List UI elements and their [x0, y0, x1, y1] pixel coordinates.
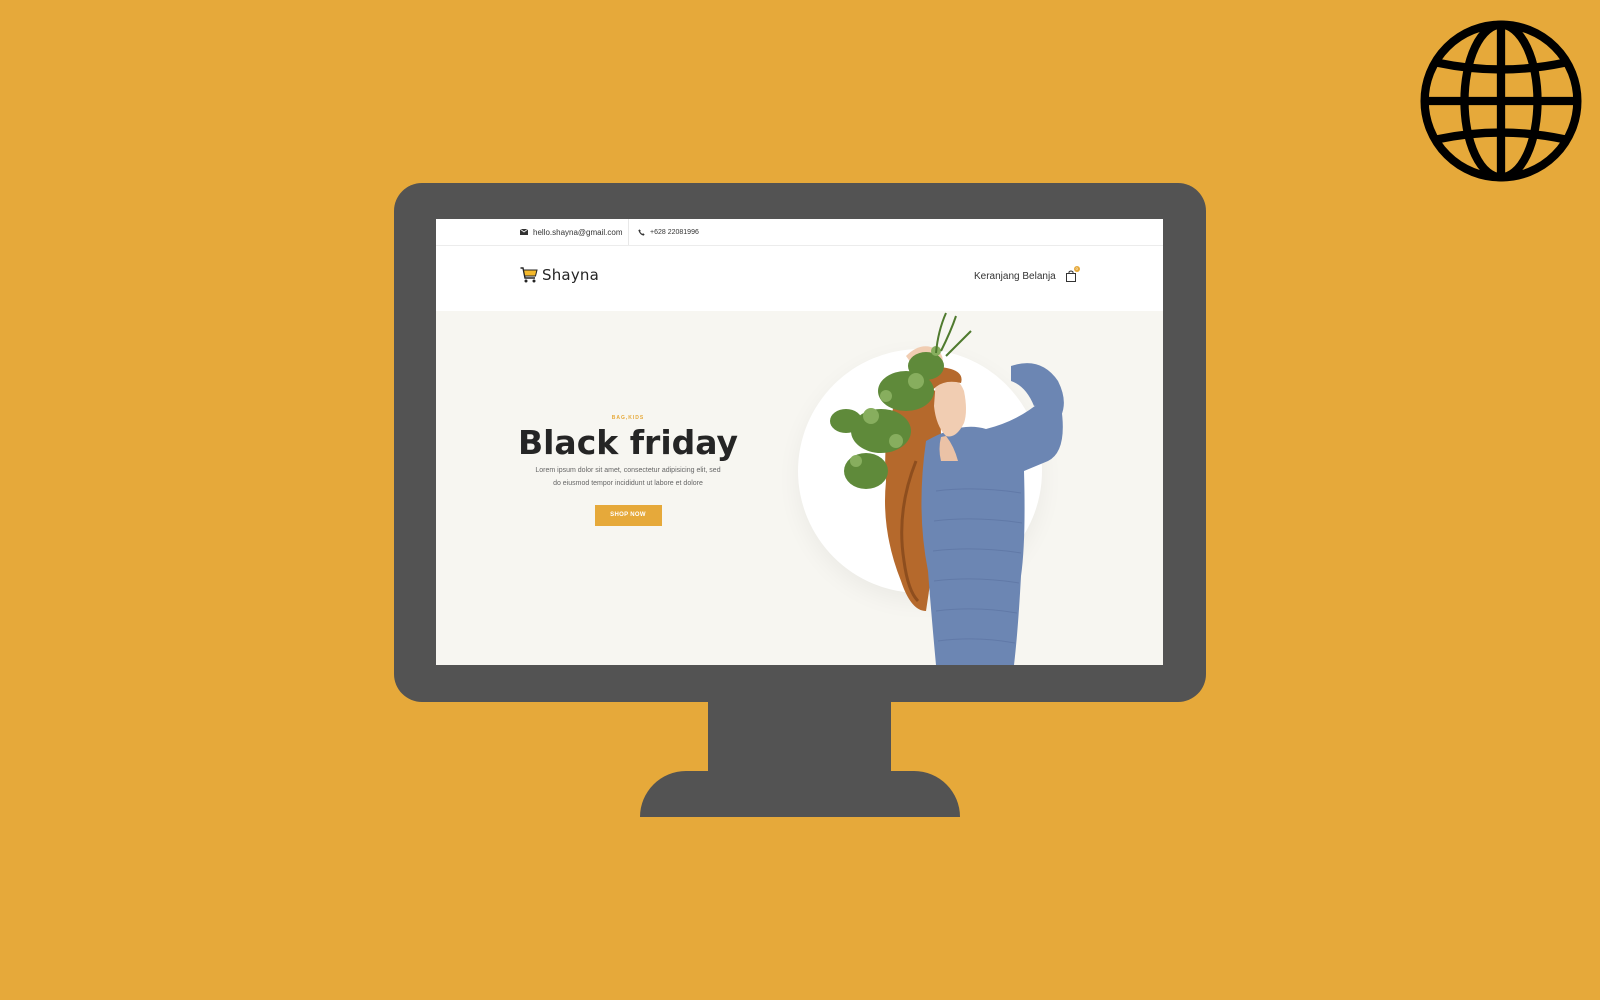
contact-phone[interactable]: +628 22081996: [638, 219, 699, 245]
top-contact-bar: hello.shayna@gmail.com +628 22081996: [436, 219, 1163, 246]
monitor-stand-base: [640, 771, 960, 817]
cart-label: Keranjang Belanja: [974, 270, 1056, 282]
hero-description: Lorem ipsum dolor sit amet, consectetur …: [516, 464, 740, 490]
site-logo[interactable]: Shayna: [520, 266, 599, 284]
monitor-stand-neck: [708, 700, 891, 772]
phone-icon: [638, 228, 645, 236]
hero-model-image: [830, 312, 1064, 665]
hero-banner: BAG,KIDS Black friday Lorem ipsum dolor …: [436, 311, 1163, 665]
hero-description-line-1: Lorem ipsum dolor sit amet, consectetur …: [535, 467, 721, 474]
site-header: Shayna Keranjang Belanja 0: [436, 246, 1163, 311]
contact-phone-text: +628 22081996: [650, 228, 699, 236]
contact-email-text: hello.shayna@gmail.com: [533, 227, 623, 237]
cart-count-badge: 0: [1073, 266, 1080, 272]
globe-icon: [1420, 20, 1582, 182]
shopping-cart-icon: [520, 267, 538, 283]
envelope-icon: [520, 229, 528, 235]
contact-email[interactable]: hello.shayna@gmail.com: [520, 219, 623, 245]
monitor-screen: hello.shayna@gmail.com +628 22081996 Sha…: [436, 219, 1163, 665]
topbar-divider: [628, 219, 629, 245]
shop-now-button[interactable]: SHOP NOW: [594, 505, 662, 526]
hero-title: Black friday: [517, 423, 739, 462]
hero-category: BAG,KIDS: [611, 415, 645, 421]
shopping-bag-icon: 0: [1065, 266, 1080, 282]
hero-text-block: BAG,KIDS Black friday Lorem ipsum dolor …: [516, 415, 740, 526]
logo-text: Shayna: [542, 266, 599, 284]
shopping-cart-link[interactable]: Keranjang Belanja 0: [974, 266, 1080, 282]
hero-description-line-2: do eiusmod tempor incididunt ut labore e…: [553, 480, 703, 487]
